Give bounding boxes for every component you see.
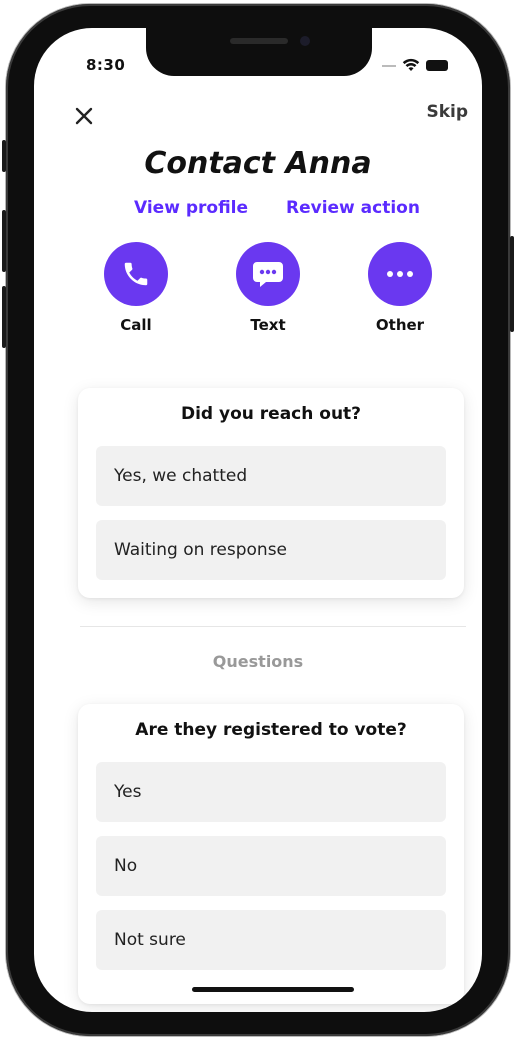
- call-button[interactable]: [104, 242, 168, 306]
- close-icon: [75, 107, 93, 125]
- other-button[interactable]: [368, 242, 432, 306]
- text-button[interactable]: [236, 242, 300, 306]
- option-yes-chatted[interactable]: Yes, we chatted: [96, 446, 446, 506]
- other-action[interactable]: Other: [360, 242, 440, 334]
- text-label: Text: [250, 316, 286, 334]
- skip-button[interactable]: Skip: [426, 102, 468, 122]
- text-action[interactable]: Text: [228, 242, 308, 334]
- reach-out-card: Did you reach out? Yes, we chatted Waiti…: [78, 388, 464, 598]
- registered-title: Are they registered to vote?: [135, 720, 407, 740]
- phone-frame: 8:30 Skip Contact Anna View profile Revi…: [2, 4, 514, 1036]
- volume-up-button: [2, 210, 6, 272]
- option-not-sure[interactable]: Not sure: [96, 910, 446, 970]
- front-camera: [300, 36, 310, 46]
- mute-switch: [2, 140, 6, 172]
- more-icon: [387, 271, 413, 277]
- signal-icon: [382, 65, 396, 67]
- other-label: Other: [375, 316, 425, 334]
- call-action[interactable]: Call: [96, 242, 176, 334]
- chat-bubble-icon: [253, 262, 283, 287]
- call-label: Call: [120, 316, 152, 334]
- section-divider: [80, 626, 466, 627]
- power-button: [510, 236, 514, 332]
- wifi-icon: [402, 58, 420, 71]
- review-action-link[interactable]: Review action: [286, 198, 420, 218]
- registered-card: Are they registered to vote? Yes No Not …: [78, 704, 464, 1004]
- view-profile-link[interactable]: View profile: [134, 198, 248, 218]
- close-button[interactable]: [72, 104, 96, 128]
- option-yes[interactable]: Yes: [96, 762, 446, 822]
- notch: [146, 28, 372, 76]
- reach-out-title: Did you reach out?: [180, 404, 362, 424]
- option-no[interactable]: No: [96, 836, 446, 896]
- phone-icon: [124, 262, 148, 286]
- app-screen: 8:30 Skip Contact Anna View profile Revi…: [34, 28, 482, 1012]
- page-title: Contact Anna: [144, 146, 372, 181]
- battery-icon: [426, 59, 448, 71]
- status-icons: [382, 58, 448, 72]
- volume-down-button: [2, 286, 6, 348]
- status-time: 8:30: [86, 56, 126, 74]
- home-indicator[interactable]: [192, 987, 354, 992]
- speaker-grille: [230, 38, 288, 44]
- option-waiting-response[interactable]: Waiting on response: [96, 520, 446, 580]
- questions-section-label: Questions: [212, 652, 304, 671]
